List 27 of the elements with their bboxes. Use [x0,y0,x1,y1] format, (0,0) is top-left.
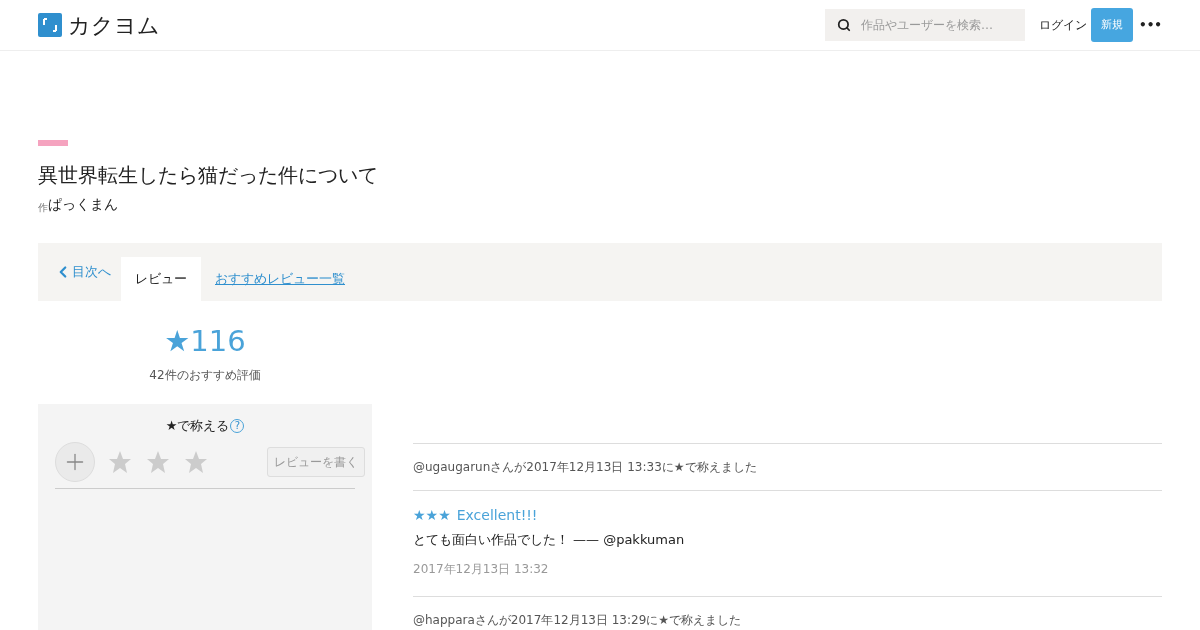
star-icon[interactable] [146,449,170,474]
review-body: とても面白い作品でした！ [413,531,569,549]
reviewer-count: 42件のおすすめ評価 [149,367,261,384]
search-icon [837,18,851,32]
menu-button[interactable]: ••• [1139,16,1162,34]
star-icon: ★ [438,505,451,526]
star-icon: ★ [425,505,439,526]
panel-heading: ★で称える [165,417,230,435]
author-name[interactable]: ぱっくまん [48,194,118,215]
activity-text: @ugaugarunさんが2017年12月13日 13:33に★で称えました [413,460,757,474]
work-title[interactable]: 異世界転生したら猫だった件について [38,160,1162,190]
star-icon: ★ [413,505,426,526]
star-icon[interactable] [108,449,132,474]
logo-text[interactable]: カクヨム [68,8,160,42]
accent-bar [38,140,68,146]
search-field[interactable]: 作品やユーザーを検索… [825,9,1025,41]
login-link[interactable]: ログイン [1039,16,1087,34]
search-field[interactable]: 作品やユーザーを検索… [861,16,1011,34]
star-count: ★116 [164,327,246,356]
review-author[interactable]: —— @pakkuman [573,530,685,550]
author-label: 作 [38,202,48,215]
activity-text: @happaraさんが2017年12月13日 13:29に★で称えました [413,612,742,627]
review-date: 2017年12月13日 13:32 [413,560,550,578]
tab[interactable]: レビュー [121,257,201,301]
logo-icon [38,13,62,37]
star-icon[interactable] [184,449,208,474]
add-button[interactable] [55,441,95,482]
